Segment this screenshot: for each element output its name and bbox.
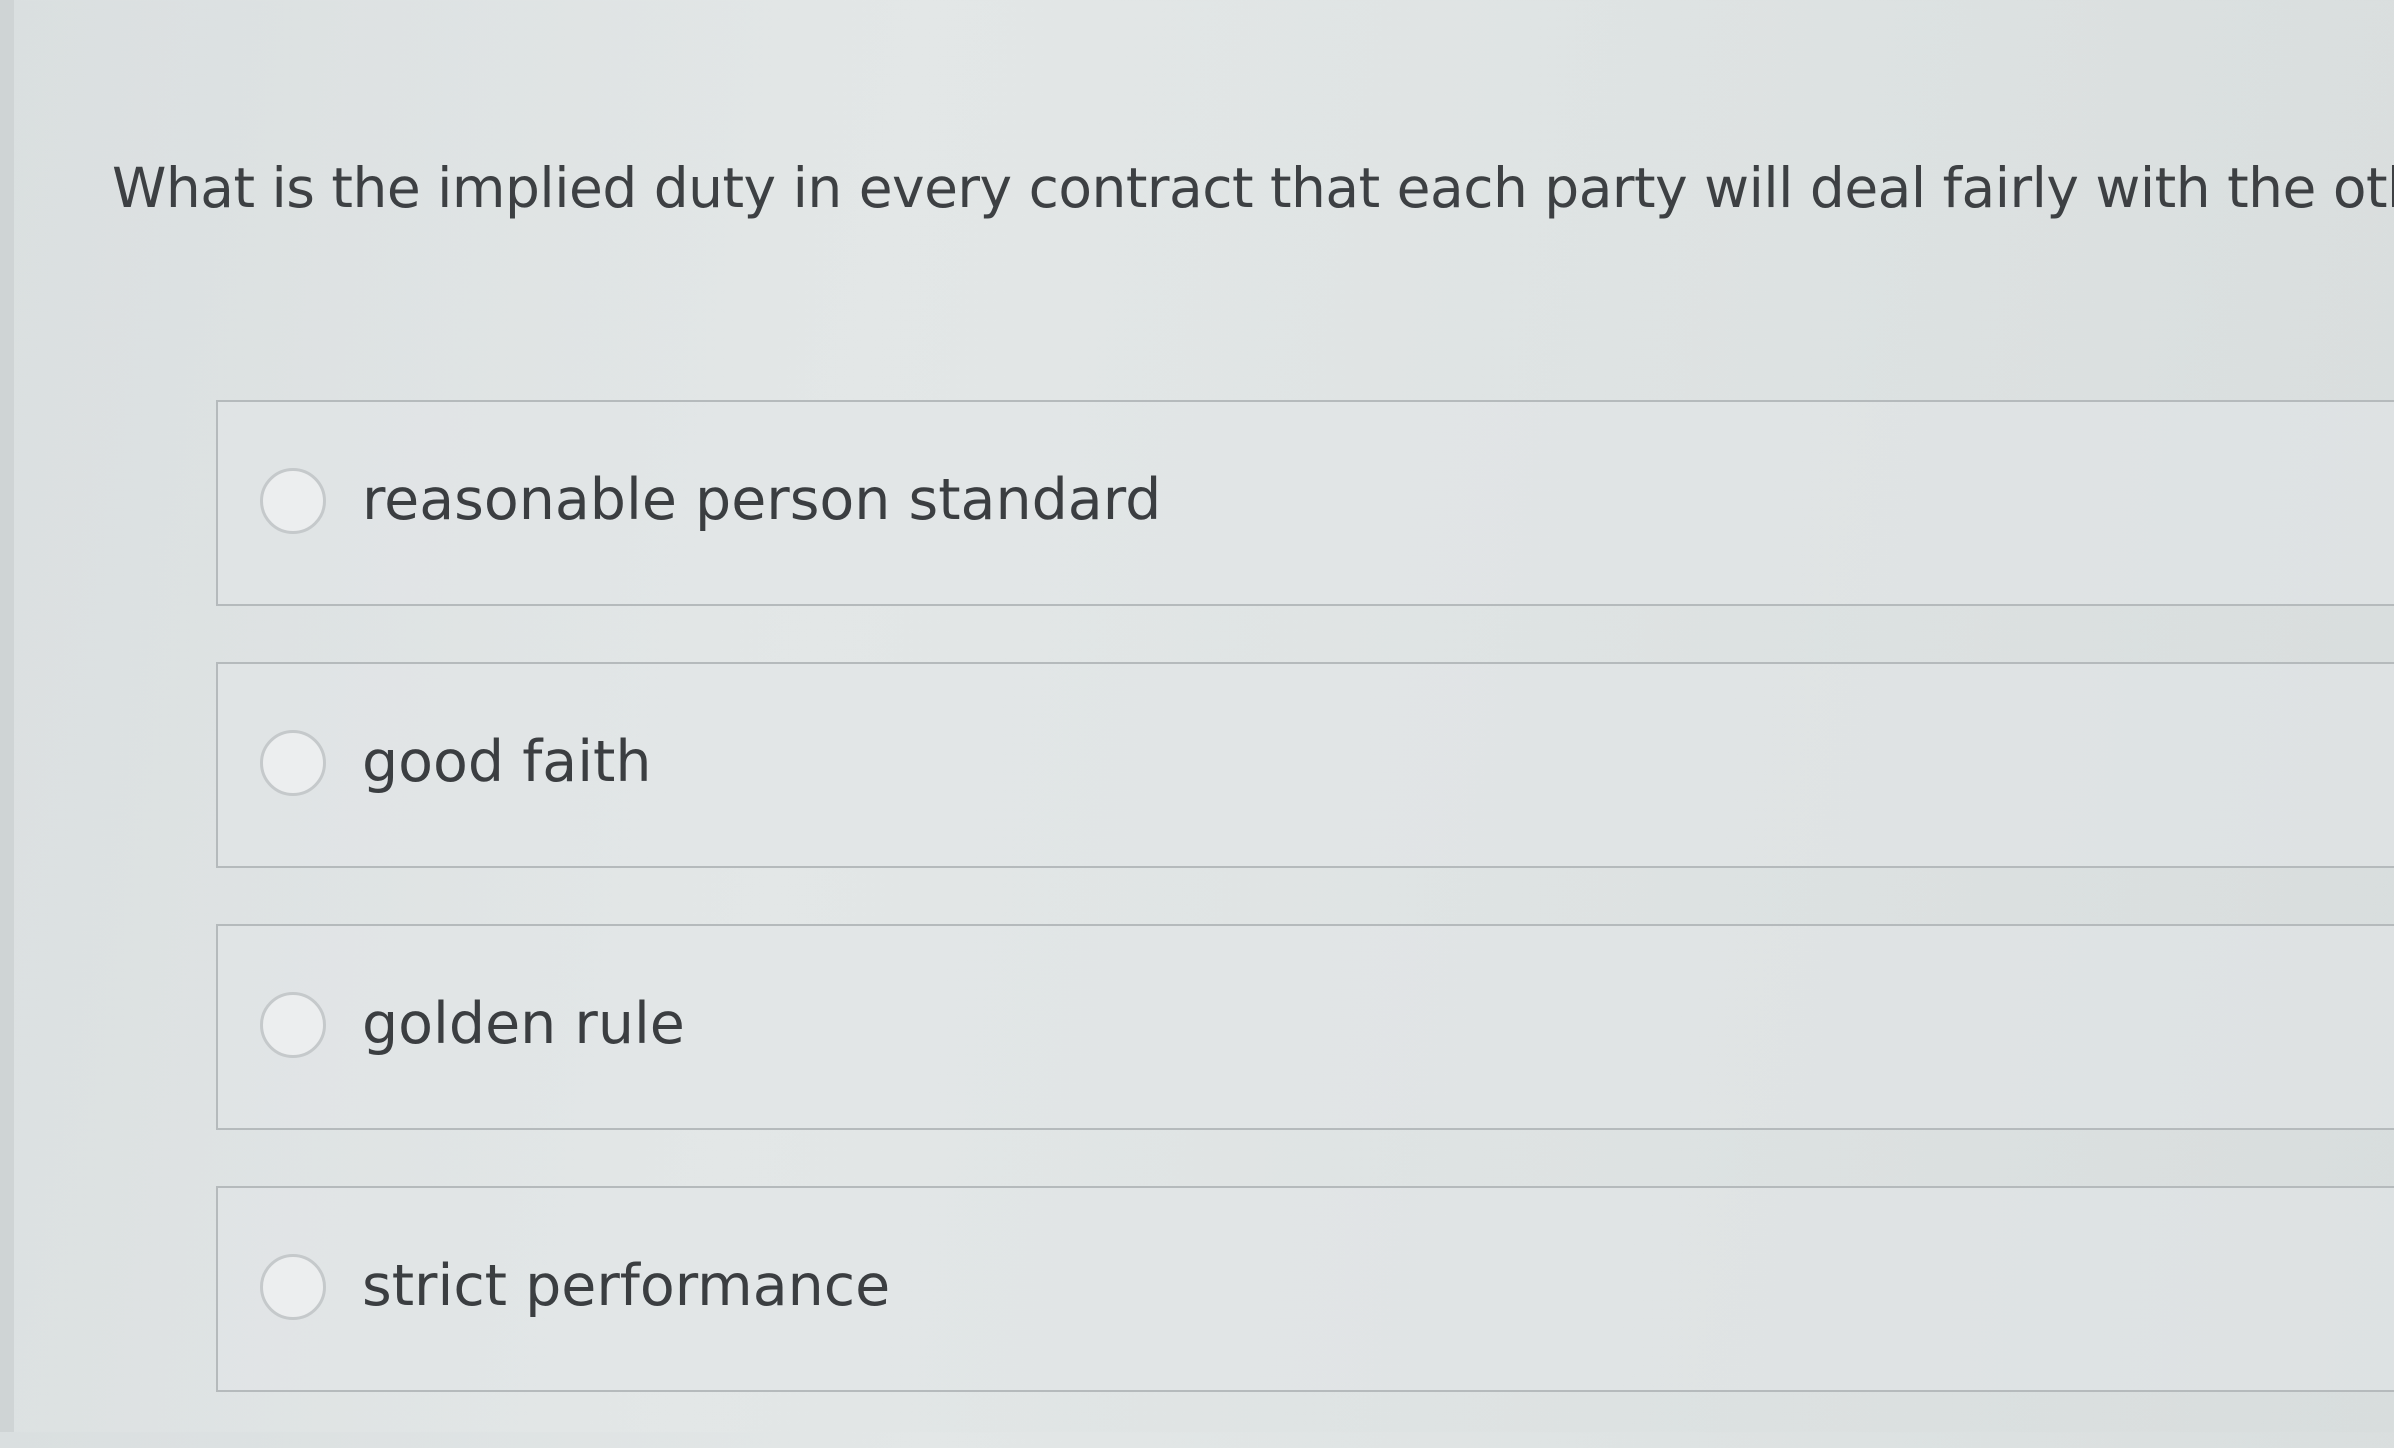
answer-option-reasonable-person-standard[interactable]: reasonable person standard	[216, 400, 2394, 606]
answer-options: reasonable person standard good faith go…	[216, 400, 2394, 1448]
radio-button[interactable]	[260, 468, 326, 534]
radio-button[interactable]	[260, 992, 326, 1058]
option-label: good faith	[362, 729, 652, 795]
radio-button[interactable]	[260, 1254, 326, 1320]
option-label: strict performance	[362, 1253, 891, 1319]
question-text: What is the implied duty in every contra…	[112, 156, 2394, 220]
option-label: golden rule	[362, 991, 685, 1057]
answer-option-golden-rule[interactable]: golden rule	[216, 924, 2394, 1130]
answer-option-strict-performance[interactable]: strict performance	[216, 1186, 2394, 1392]
answer-option-good-faith[interactable]: good faith	[216, 662, 2394, 868]
option-label: reasonable person standard	[362, 467, 1162, 533]
radio-button[interactable]	[260, 730, 326, 796]
page-edge	[0, 0, 14, 1432]
